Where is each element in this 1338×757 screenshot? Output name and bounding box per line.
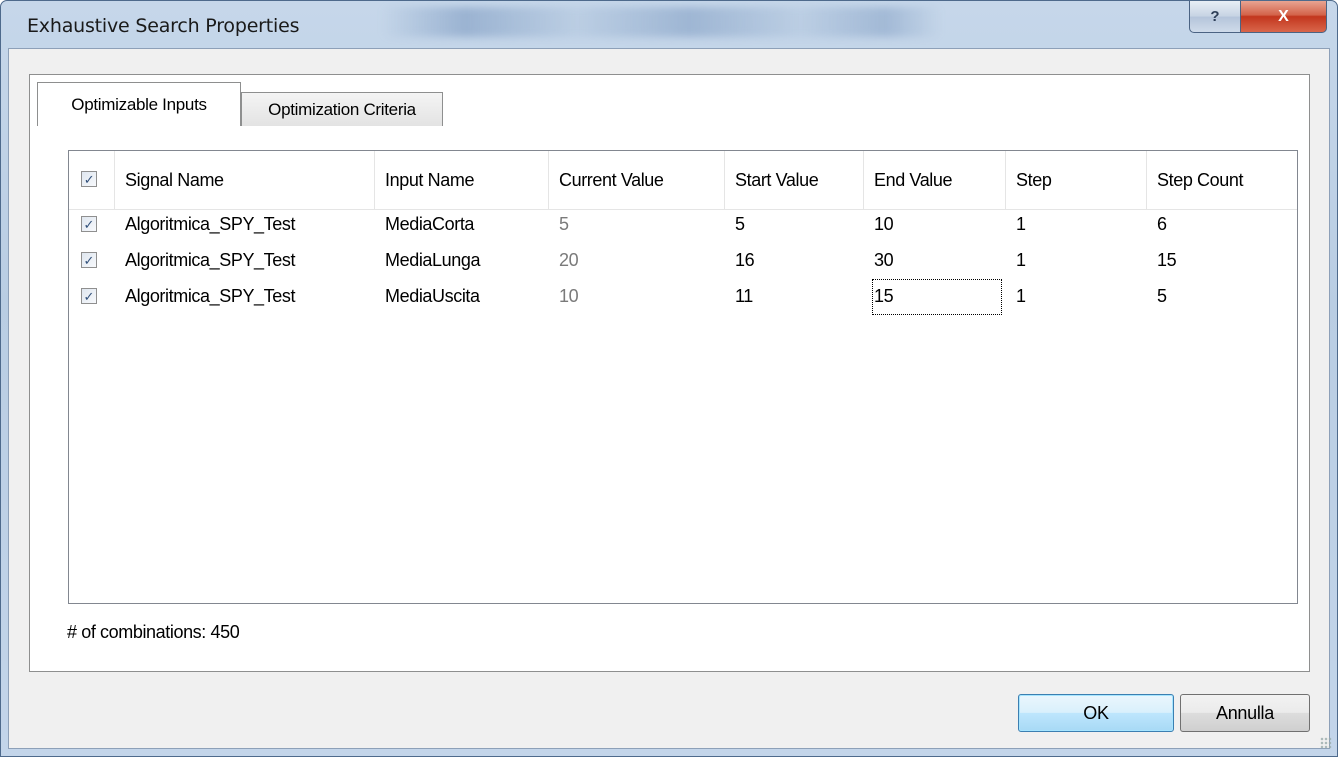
grid-header: ✓ Signal Name Input Name Current Value S… xyxy=(69,151,1297,210)
close-button[interactable]: X xyxy=(1241,1,1327,33)
column-header-input-name[interactable]: Input Name xyxy=(375,151,549,209)
checkmark-icon: ✓ xyxy=(83,171,95,187)
tab-label: Optimization Criteria xyxy=(268,99,416,119)
column-header-start-value[interactable]: Start Value xyxy=(725,151,864,209)
cell-end-value[interactable]: 10 xyxy=(864,207,1006,241)
column-header-end-value[interactable]: End Value xyxy=(864,151,1006,209)
row-checkbox[interactable]: ✓ xyxy=(81,216,97,232)
column-header-step[interactable]: Step xyxy=(1006,151,1147,209)
cell-signal-name: Algoritmica_SPY_Test xyxy=(125,286,296,306)
help-button[interactable]: ? xyxy=(1189,1,1241,33)
checkmark-icon: ✓ xyxy=(83,252,95,268)
cell-input-name: MediaUscita xyxy=(385,286,480,306)
cell-end-value[interactable]: 30 xyxy=(864,243,1006,277)
row-checkbox[interactable]: ✓ xyxy=(81,252,97,268)
window-title: Exhaustive Search Properties xyxy=(27,15,300,37)
title-bar-background xyxy=(381,7,941,37)
cell-current-value: 10 xyxy=(559,286,579,306)
cell-current-value: 5 xyxy=(559,214,569,234)
column-header-signal-name[interactable]: Signal Name xyxy=(115,151,375,209)
cell-signal-name: Algoritmica_SPY_Test xyxy=(125,250,296,270)
tab-optimization-criteria[interactable]: Optimization Criteria xyxy=(241,92,443,126)
help-icon: ? xyxy=(1210,8,1220,25)
cell-step-count: 15 xyxy=(1157,250,1177,270)
cell-start-value[interactable]: 5 xyxy=(725,207,864,241)
cell-start-value[interactable]: 11 xyxy=(725,279,864,313)
cell-input-name: MediaLunga xyxy=(385,250,481,270)
cell-focus-rectangle xyxy=(872,279,1002,315)
cancel-button[interactable]: Annulla xyxy=(1180,694,1310,732)
cell-step[interactable]: 1 xyxy=(1006,243,1147,277)
cell-step[interactable]: 1 xyxy=(1006,207,1147,241)
ok-button[interactable]: OK xyxy=(1018,694,1174,732)
cell-current-value: 20 xyxy=(559,250,579,270)
column-header-current-value[interactable]: Current Value xyxy=(549,151,725,209)
cell-input-name: MediaCorta xyxy=(385,214,475,234)
tab-active-joint xyxy=(38,123,240,127)
header-checkbox-cell: ✓ xyxy=(69,151,115,209)
tab-label: Optimizable Inputs xyxy=(71,94,207,114)
caption-buttons: ? X xyxy=(1189,1,1327,33)
cell-step[interactable]: 1 xyxy=(1006,279,1147,313)
tab-optimizable-inputs[interactable]: Optimizable Inputs xyxy=(37,82,241,126)
select-all-checkbox[interactable]: ✓ xyxy=(81,171,97,187)
close-icon: X xyxy=(1278,7,1289,25)
checkmark-icon: ✓ xyxy=(83,216,95,232)
checkmark-icon: ✓ xyxy=(83,288,95,304)
inputs-grid[interactable]: ✓ Signal Name Input Name Current Value S… xyxy=(68,150,1298,604)
row-checkbox[interactable]: ✓ xyxy=(81,288,97,304)
cell-step-count: 6 xyxy=(1157,214,1167,234)
cell-signal-name: Algoritmica_SPY_Test xyxy=(125,214,296,234)
combinations-count: # of combinations: 450 xyxy=(67,622,240,642)
cell-step-count: 5 xyxy=(1157,286,1167,306)
column-header-step-count[interactable]: Step Count xyxy=(1147,151,1297,209)
resize-grip-icon[interactable] xyxy=(1320,737,1332,749)
cell-start-value[interactable]: 16 xyxy=(725,243,864,277)
